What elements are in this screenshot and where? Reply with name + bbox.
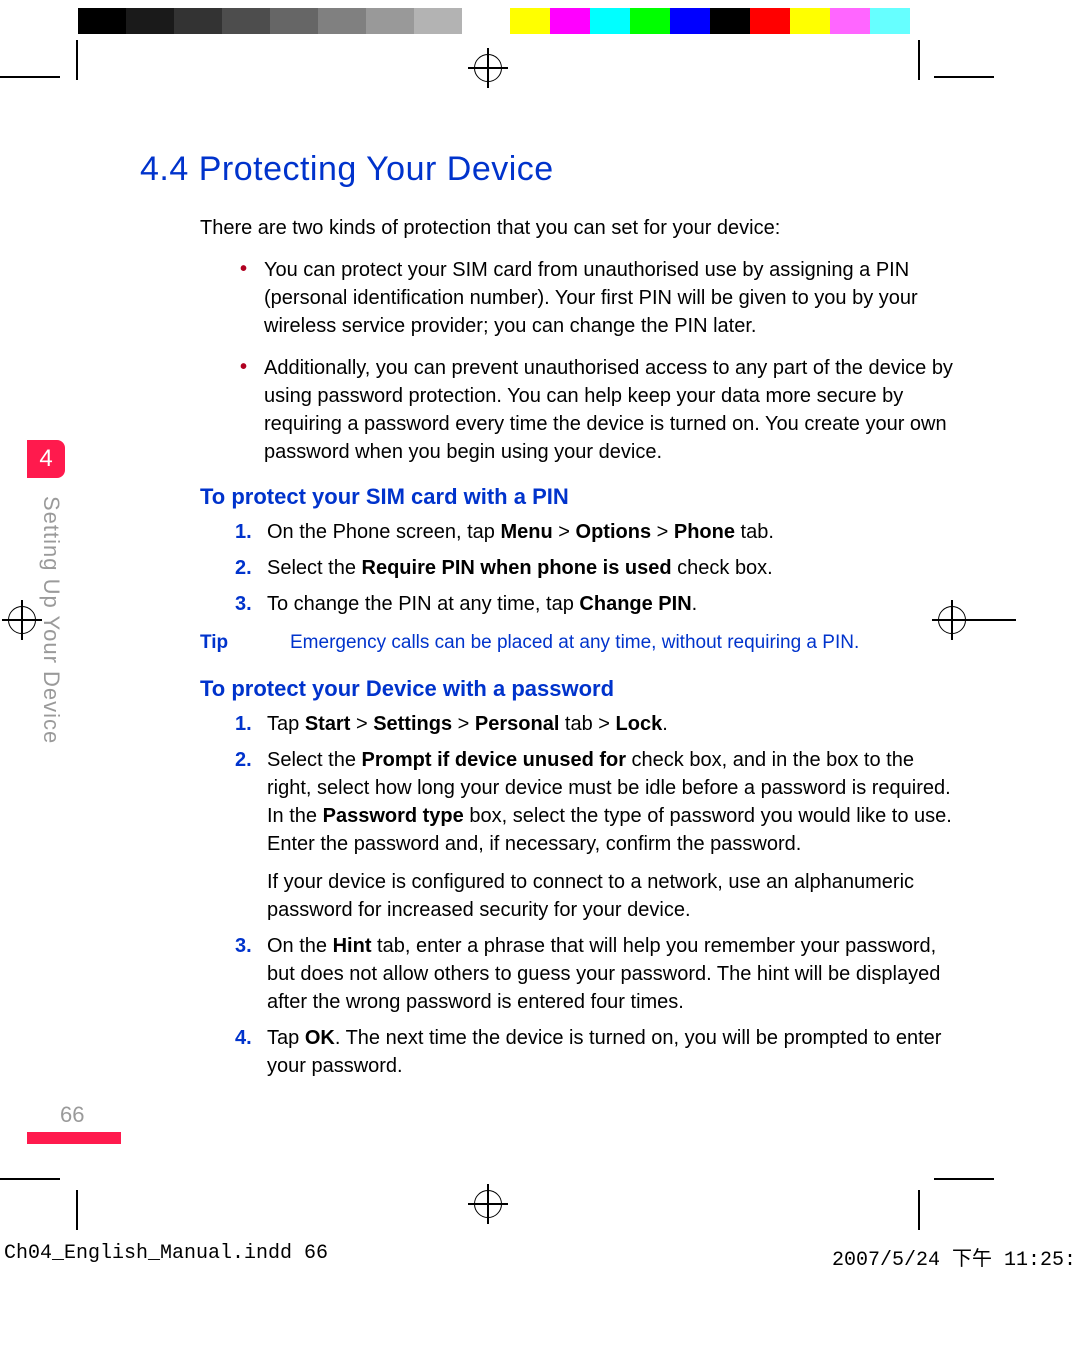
page-content: 4.4 Protecting Your Device There are two… — [60, 150, 1020, 1088]
calib-swatch — [126, 8, 174, 34]
intro-text: There are two kinds of protection that y… — [200, 217, 1020, 240]
calib-swatch — [462, 8, 510, 34]
list-text: To change the PIN at any time, tap Chang… — [267, 590, 697, 618]
calib-swatch — [830, 8, 870, 34]
bullet-item: •Additionally, you can prevent unauthori… — [240, 354, 960, 466]
list-text: Tap Start > Settings > Personal tab > Lo… — [267, 710, 668, 738]
bullet-item: •You can protect your SIM card from unau… — [240, 256, 960, 340]
tip-text: Emergency calls can be placed at any tim… — [290, 632, 859, 654]
crop-mark — [76, 40, 78, 80]
calib-swatch — [790, 8, 830, 34]
calib-swatch — [710, 8, 750, 34]
footer-slug: Ch04_English_Manual.indd 66 2007/5/24 下午… — [0, 1242, 1080, 1272]
slug-filename: Ch04_English_Manual.indd 66 — [4, 1242, 328, 1272]
crop-mark — [0, 1178, 60, 1180]
calib-swatch — [750, 8, 790, 34]
calib-swatch — [366, 8, 414, 34]
calib-swatch — [222, 8, 270, 34]
tip-row: Tip Emergency calls can be placed at any… — [200, 632, 960, 654]
calib-swatch — [174, 8, 222, 34]
list-number: 1. — [235, 710, 267, 738]
calib-swatch — [510, 8, 550, 34]
list-text: On the Hint tab, enter a phrase that wil… — [267, 932, 960, 1016]
registration-mark-icon — [468, 48, 508, 88]
list-item: 1.On the Phone screen, tap Menu > Option… — [235, 518, 960, 546]
list-text: Select the Prompt if device unused for c… — [267, 746, 960, 924]
list-text: On the Phone screen, tap Menu > Options … — [267, 518, 774, 546]
list-item: 2.Select the Require PIN when phone is u… — [235, 554, 960, 582]
subsection-heading: To protect your SIM card with a PIN — [200, 484, 1020, 510]
list-item: 2.Select the Prompt if device unused for… — [235, 746, 960, 924]
crop-mark — [918, 1190, 920, 1230]
calib-swatch — [630, 8, 670, 34]
calib-swatch — [870, 8, 910, 34]
registration-mark-icon — [468, 1184, 508, 1224]
calib-swatch — [78, 8, 126, 34]
list-number: 3. — [235, 590, 267, 618]
list-number: 4. — [235, 1024, 267, 1080]
calib-swatch — [590, 8, 630, 34]
list-item: 3.On the Hint tab, enter a phrase that w… — [235, 932, 960, 1016]
list-text: Select the Require PIN when phone is use… — [267, 554, 773, 582]
chapter-title-vertical: Setting Up Your Device — [28, 496, 64, 744]
tip-label: Tip — [200, 632, 290, 654]
crop-mark — [0, 76, 60, 78]
ordered-list: 1.Tap Start > Settings > Personal tab > … — [235, 710, 960, 1080]
calib-swatch — [910, 8, 950, 34]
list-item: 4.Tap OK. The next time the device is tu… — [235, 1024, 960, 1080]
footer-accent-bar — [27, 1132, 121, 1144]
bullet-text: Additionally, you can prevent unauthoris… — [264, 354, 960, 466]
list-item: 3.To change the PIN at any time, tap Cha… — [235, 590, 960, 618]
crop-mark — [934, 76, 994, 78]
calib-swatch — [670, 8, 710, 34]
bullet-dot-icon: • — [240, 256, 264, 340]
subsection-heading: To protect your Device with a password — [200, 676, 1020, 702]
list-number: 2. — [235, 554, 267, 582]
calib-swatch — [550, 8, 590, 34]
list-item: 1.Tap Start > Settings > Personal tab > … — [235, 710, 960, 738]
color-calibration-bar — [78, 8, 950, 34]
bullet-text: You can protect your SIM card from unaut… — [264, 256, 960, 340]
list-number: 3. — [235, 932, 267, 1016]
bullet-list: •You can protect your SIM card from unau… — [240, 256, 960, 466]
list-number: 1. — [235, 518, 267, 546]
crop-mark — [934, 1178, 994, 1180]
bullet-dot-icon: • — [240, 354, 264, 466]
section-heading: 4.4 Protecting Your Device — [140, 150, 1020, 189]
list-text: Tap OK. The next time the device is turn… — [267, 1024, 960, 1080]
slug-timestamp: 2007/5/24 下午 11:25: — [832, 1242, 1076, 1272]
ordered-list: 1.On the Phone screen, tap Menu > Option… — [235, 518, 960, 618]
calib-swatch — [318, 8, 366, 34]
list-number: 2. — [235, 746, 267, 924]
crop-mark — [918, 40, 920, 80]
calib-swatch — [270, 8, 318, 34]
calib-swatch — [414, 8, 462, 34]
page-number: 66 — [60, 1102, 84, 1128]
crop-mark — [76, 1190, 78, 1230]
